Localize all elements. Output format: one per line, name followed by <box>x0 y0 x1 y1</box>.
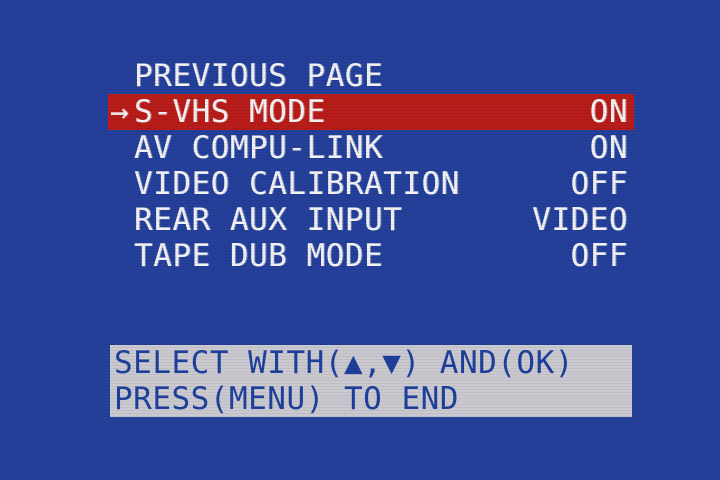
menu-item-value: OFF <box>570 166 628 202</box>
menu-item-value: ON <box>589 130 628 166</box>
menu-item-value: ON <box>589 94 628 130</box>
arrow-right-icon: → <box>110 94 130 130</box>
menu-item-label: VIDEO CALIBRATION <box>134 166 460 202</box>
menu-item-label: REAR AUX INPUT <box>134 202 403 238</box>
menu-item-video-calibration[interactable]: VIDEO CALIBRATION OFF <box>108 166 634 202</box>
menu-item-value: VIDEO <box>532 202 628 238</box>
menu-item-label: TAPE DUB MODE <box>134 238 384 274</box>
menu-item-label: PREVIOUS PAGE <box>134 58 384 94</box>
menu-item-av-compu-link[interactable]: AV COMPU-LINK ON <box>108 130 634 166</box>
menu-item-label: S-VHS MODE <box>134 94 326 130</box>
osd-screen: PREVIOUS PAGE → S-VHS MODE ON AV COMPU-L… <box>0 0 720 480</box>
help-text-exit: PRESS(MENU) TO END <box>114 381 459 417</box>
menu-item-tape-dub-mode[interactable]: TAPE DUB MODE OFF <box>108 238 634 274</box>
menu-item-rear-aux-input[interactable]: REAR AUX INPUT VIDEO <box>108 202 634 238</box>
menu-item-value: OFF <box>570 238 628 274</box>
help-text-select: SELECT WITH(▲,▼) AND(OK) <box>114 345 574 381</box>
menu-item-label: AV COMPU-LINK <box>134 130 384 166</box>
menu-item-s-vhs-mode[interactable]: → S-VHS MODE ON <box>108 94 634 130</box>
help-panel: SELECT WITH(▲,▼) AND(OK) PRESS(MENU) TO … <box>110 345 632 417</box>
settings-menu: PREVIOUS PAGE → S-VHS MODE ON AV COMPU-L… <box>108 58 634 274</box>
menu-item-previous-page[interactable]: PREVIOUS PAGE <box>108 58 634 94</box>
